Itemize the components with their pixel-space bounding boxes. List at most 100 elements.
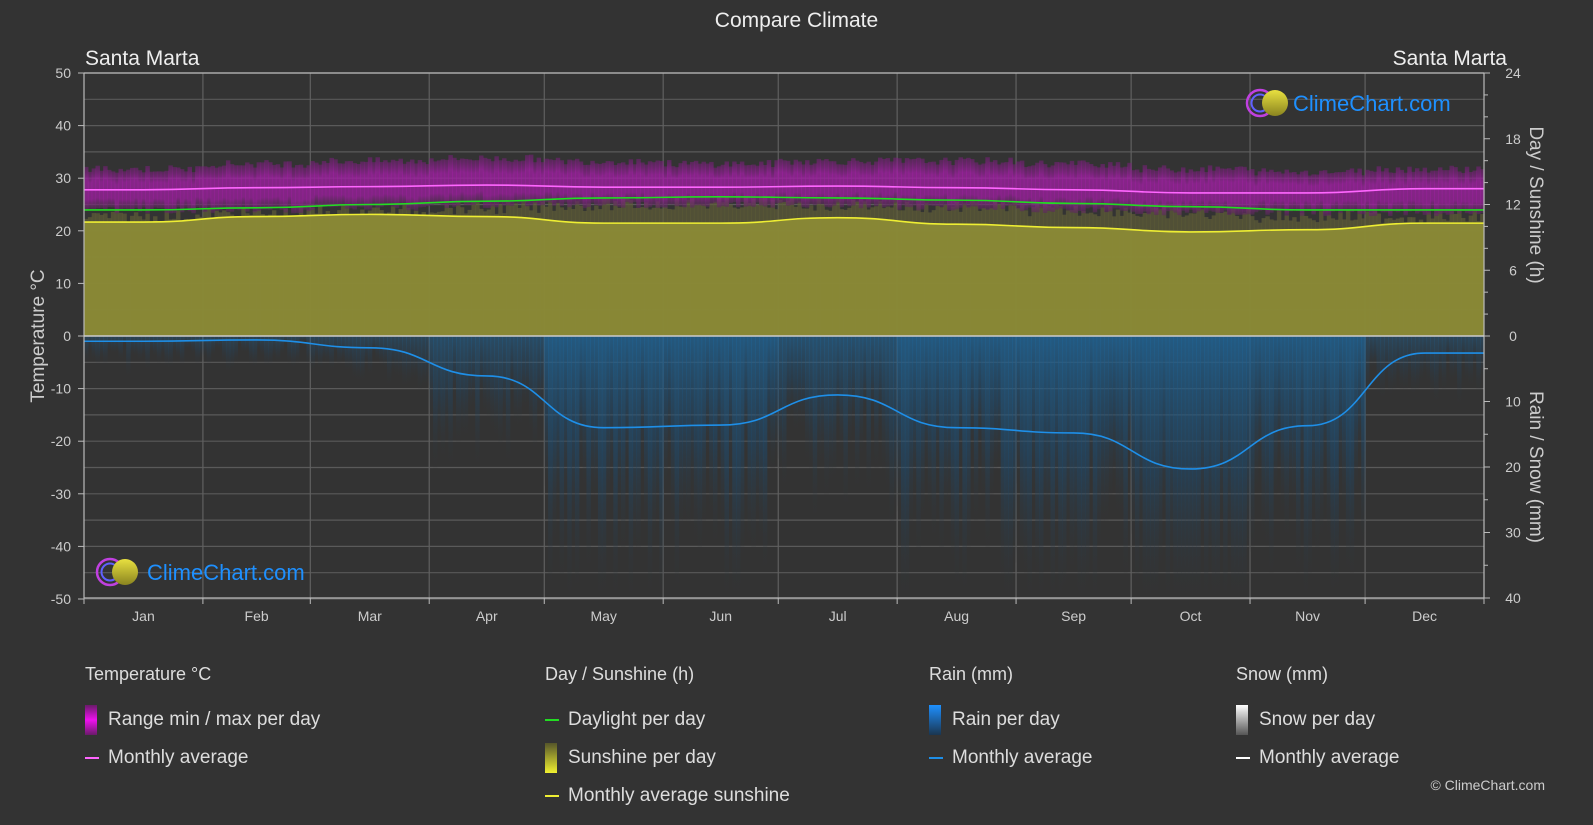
temp-range-day-bar — [597, 163, 603, 206]
rain-day-bar — [1131, 336, 1136, 534]
temp-range-day-bar — [84, 166, 89, 211]
temp-range-day-bar — [1027, 166, 1032, 208]
rain-day-bar — [640, 336, 645, 465]
temp-range-day-bar — [1035, 162, 1040, 213]
temp-range-day-bar — [835, 164, 841, 203]
rain-day-bar — [84, 336, 89, 362]
temp-range-day-bar — [456, 160, 461, 206]
temp-range-day-bar — [985, 157, 990, 210]
rain-day-bar — [1422, 336, 1428, 375]
temp-range-day-bar — [264, 160, 269, 210]
rain-day-bar — [732, 336, 737, 598]
rain-day-bar — [1315, 336, 1320, 555]
rain-day-bar — [713, 336, 718, 545]
legend-label: Snow per day — [1259, 709, 1376, 730]
month-label: Oct — [1180, 608, 1202, 624]
rain-day-bar — [701, 336, 706, 525]
rain-day-bar — [1069, 336, 1075, 572]
rain-day-bar — [1180, 336, 1186, 598]
rain-day-bar — [1292, 336, 1297, 512]
temp-range-day-bar — [199, 166, 204, 209]
rain-day-bar — [1196, 336, 1201, 598]
rain-day-bar — [1238, 336, 1243, 598]
left-tick-label: -40 — [51, 538, 71, 554]
rain-day-bar — [594, 336, 599, 504]
temp-range-day-bar — [670, 166, 676, 205]
legend-label: Monthly average — [108, 747, 249, 768]
rain-day-bar — [927, 336, 933, 512]
rain-day-bar — [885, 336, 891, 491]
month-label: Mar — [358, 608, 382, 624]
rain-day-bar — [271, 336, 277, 358]
temp-range-day-bar — [563, 164, 568, 203]
rain-day-bar — [820, 336, 825, 463]
legend-item-temp-range: Range min / max per day — [85, 701, 320, 739]
rain-day-bar — [1437, 336, 1443, 380]
temp-range-day-bar — [567, 159, 572, 208]
rain-day-bar — [1453, 336, 1458, 379]
logo-sun-icon — [1262, 90, 1288, 116]
temp-range-day-bar — [225, 160, 231, 212]
rain-day-bar — [1299, 336, 1305, 483]
temp-range-day-bar — [697, 163, 703, 206]
rain-day-bar — [1265, 336, 1270, 547]
temp-range-day-bar — [433, 161, 438, 205]
legend-label: Monthly average — [952, 747, 1093, 768]
rain-day-bar — [1230, 336, 1236, 598]
temp-range-day-bar — [766, 160, 772, 205]
rain-day-bar — [1104, 336, 1109, 522]
temp-range-day-bar — [498, 160, 503, 205]
legend-label: Monthly average — [1259, 747, 1400, 768]
month-label: Nov — [1295, 608, 1320, 624]
rain-day-bar — [597, 336, 603, 598]
temp-range-day-bar — [195, 166, 200, 208]
rain-day-bar — [1368, 336, 1374, 370]
temp-range-day-bar — [540, 162, 545, 206]
rain-day-bar — [1042, 336, 1048, 527]
temp-range-day-bar — [778, 158, 783, 203]
temp-range-day-bar — [164, 170, 169, 214]
rain-day-bar — [1188, 336, 1194, 598]
copyright: © ClimeChart.com — [1430, 777, 1545, 793]
temp-range-day-bar — [509, 161, 515, 206]
rain-day-bar — [1234, 336, 1240, 598]
temp-range-day-bar — [1476, 166, 1481, 215]
temp-range-day-bar — [647, 161, 653, 207]
temp-range-day-bar — [383, 160, 388, 206]
legend-item-rain-avg: Monthly average — [929, 739, 1092, 777]
temp-range-swatch — [85, 705, 97, 735]
legend-item-snow-avg: Monthly average — [1236, 739, 1399, 777]
temp-range-day-bar — [705, 163, 710, 207]
temp-range-day-bar — [893, 157, 898, 203]
rain-day-bar — [417, 336, 423, 391]
temp-range-day-bar — [1403, 172, 1408, 216]
rain-day-bar — [1119, 336, 1125, 515]
temp-range-day-bar — [989, 161, 994, 209]
rain-day-bar — [674, 336, 680, 590]
rain-day-bar — [1111, 336, 1117, 483]
rain-day-bar — [325, 336, 331, 363]
rain-day-bar — [862, 336, 868, 419]
left-tick-label: 20 — [55, 223, 71, 239]
temp-range-day-bar — [1085, 162, 1090, 209]
rain-day-bar — [586, 336, 591, 569]
rain-day-bar — [981, 336, 986, 499]
rain-day-bar — [214, 336, 219, 349]
temp-range-day-bar — [1334, 172, 1339, 210]
rain-day-bar — [1150, 336, 1155, 598]
temp-range-day-bar — [943, 157, 948, 206]
watermark-logo-bottom: ClimeChart.com — [95, 557, 305, 587]
sunshine-avg-swatch — [545, 795, 559, 797]
temp-range-day-bar — [471, 160, 476, 205]
rain-day-bar — [302, 336, 308, 342]
rain-day-bar — [778, 336, 783, 474]
temp-range-day-bar — [586, 164, 591, 207]
temp-range-day-bar — [1292, 171, 1297, 211]
rain-day-bar — [636, 336, 641, 557]
rain-day-bar — [448, 336, 453, 467]
watermark-text-top: ClimeChart.com — [1293, 91, 1451, 116]
temp-range-day-bar — [981, 163, 986, 209]
rain-day-bar — [609, 336, 614, 487]
temp-range-day-bar — [521, 160, 526, 203]
rain-day-bar — [130, 336, 135, 356]
